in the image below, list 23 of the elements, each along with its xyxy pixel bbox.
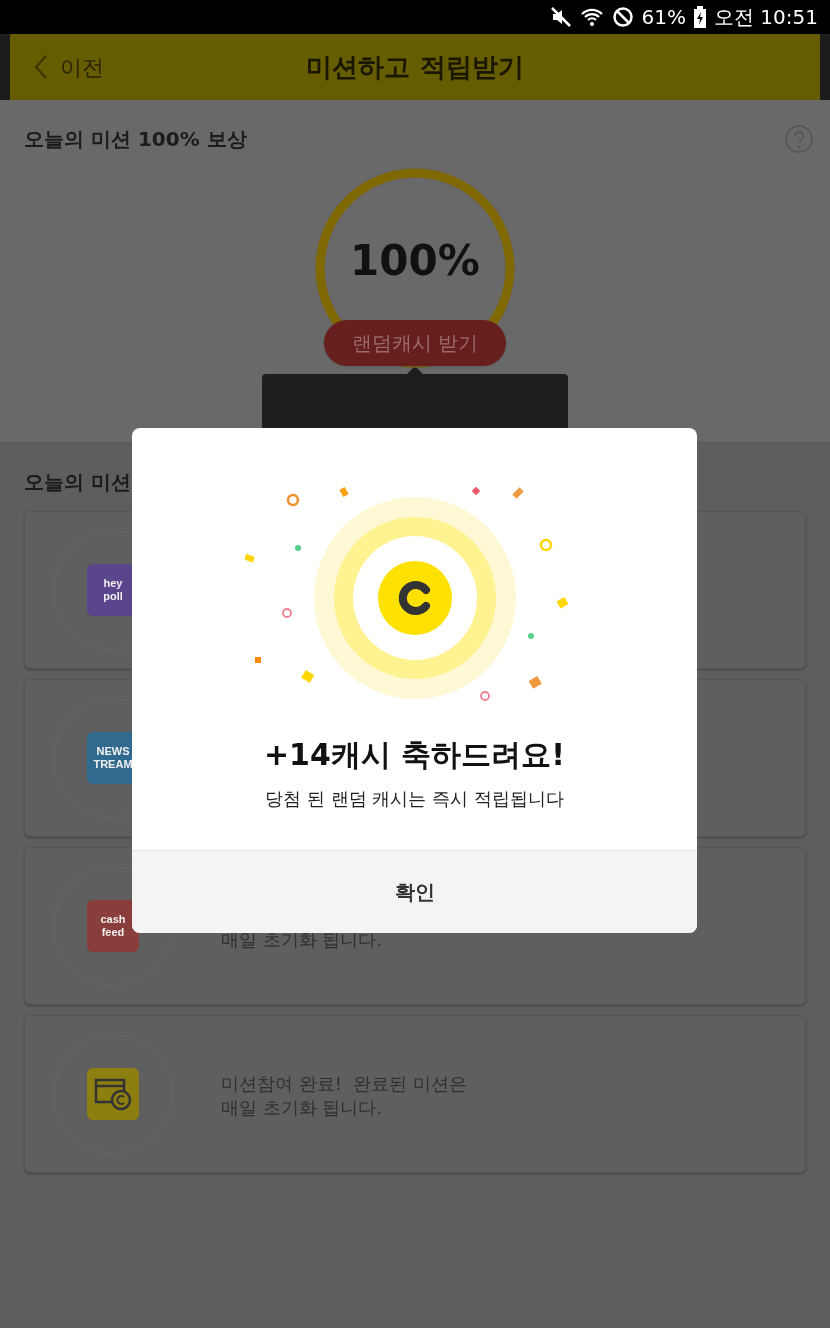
page-title: 미션하고 적립받기 [306, 50, 524, 84]
section-title: 오늘의 미션 100% 보상 [24, 126, 247, 153]
logo-text: poll [103, 590, 123, 603]
dialog-message: 당첨 된 랜덤 캐시는 즉시 적립됩니다 [265, 787, 564, 811]
do-not-disturb-icon [611, 6, 634, 28]
logo-text: cash [100, 913, 126, 926]
battery-percent: 61% [641, 4, 686, 31]
wifi-icon [579, 6, 604, 28]
mute-icon [549, 6, 572, 28]
section-title: 오늘의 미션 [24, 470, 131, 494]
confirm-button[interactable]: 확인 [132, 850, 697, 933]
progress-value: 100% [350, 234, 480, 287]
logo-text: feed [101, 926, 125, 939]
battery-charging-icon [694, 6, 706, 28]
logo-text: NEWS [96, 745, 130, 758]
coin-icon [377, 561, 452, 635]
logo-text: TREAM [93, 758, 133, 771]
back-button[interactable]: 이전 [34, 50, 104, 84]
dialog-title: +14캐시 축하드려요! [264, 736, 565, 774]
logo-text: hey [103, 577, 123, 590]
random-cash-button[interactable]: 랜덤캐시 받기 [323, 320, 507, 366]
chevron-left-icon [34, 54, 48, 80]
clock: 오전 10:51 [714, 4, 818, 31]
